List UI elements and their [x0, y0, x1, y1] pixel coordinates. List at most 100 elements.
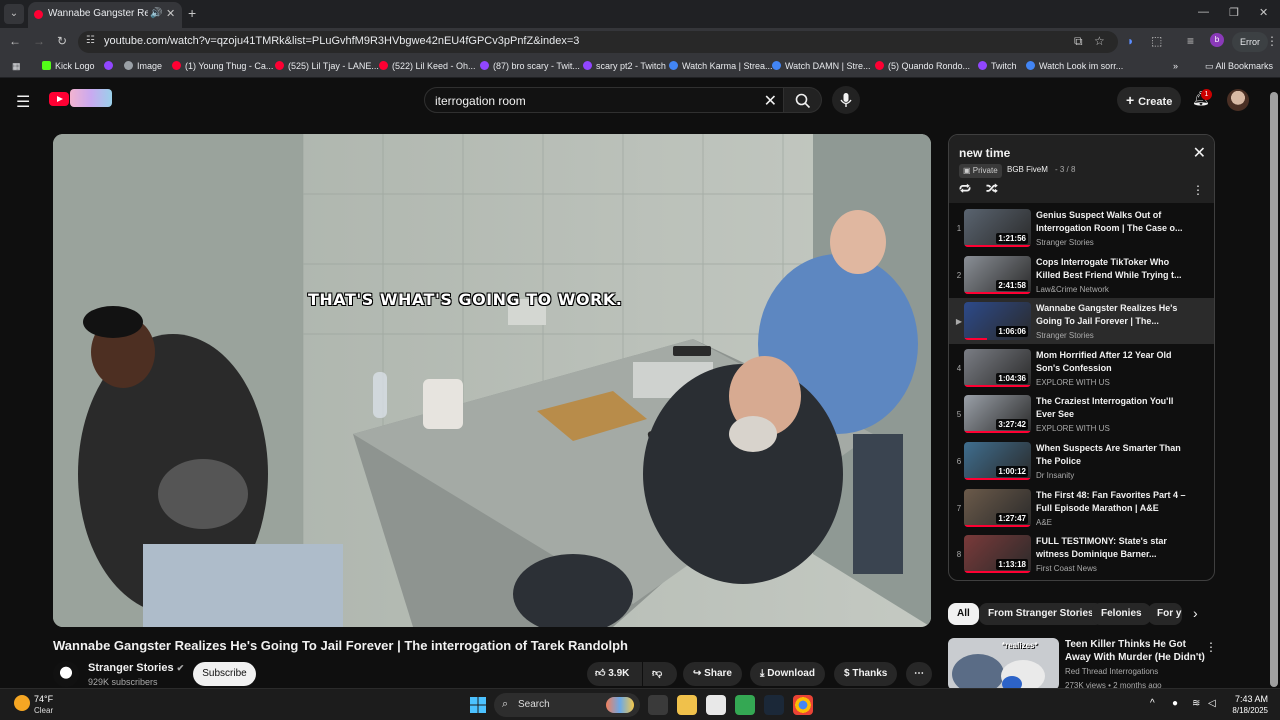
weather-condition[interactable]: Clear [34, 706, 53, 715]
bookmark-item[interactable]: scary pt2 - Twitch [583, 61, 666, 71]
dislike-button[interactable]: 👎︎ [643, 662, 677, 686]
playlist-item-thumbnail[interactable]: 3:27:42 [964, 395, 1031, 434]
bookmark-star-icon[interactable]: ☆ [1094, 34, 1105, 48]
bookmark-item[interactable]: Image [124, 61, 162, 71]
bookmarks-overflow-icon[interactable]: » [1173, 61, 1178, 71]
playlist-more-icon[interactable]: ⋮ [1192, 183, 1204, 197]
url-text[interactable]: youtube.com/watch?v=qzoju41TMRk&list=PLu… [104, 35, 579, 47]
hamburger-menu-icon[interactable]: ☰ [16, 92, 30, 112]
playlist-item-thumbnail[interactable]: 1:04:36 [964, 348, 1031, 387]
notion-icon[interactable] [706, 695, 726, 715]
download-button[interactable]: ⤓ Download [750, 662, 825, 686]
search-query-text[interactable]: iterrogation room [435, 94, 526, 108]
volume-icon[interactable]: ◁ [1208, 698, 1216, 709]
account-avatar[interactable] [1227, 89, 1249, 111]
youtube-doodle[interactable] [70, 89, 112, 107]
all-bookmarks-button[interactable]: ▭ All Bookmarks [1205, 61, 1273, 72]
playlist-item[interactable]: 2 2:41:58 Cops Interrogate TikToker Who Ki… [949, 252, 1214, 298]
extension-icon[interactable]: ◗ [1127, 34, 1134, 48]
playlist-item[interactable]: 1 1:21:56 Genius Suspect Walks Out of Inte… [949, 205, 1214, 251]
bookmark-item[interactable]: (87) bro scary - Twit... [480, 61, 580, 71]
profile-avatar-icon[interactable]: b [1210, 33, 1224, 47]
bookmark-item[interactable]: Kick Logo [42, 61, 95, 71]
window-close-icon[interactable]: ✕ [1259, 6, 1268, 19]
sheets-icon[interactable] [735, 695, 755, 715]
bookmark-item[interactable]: Watch Look im sorr... [1026, 61, 1123, 71]
recommendation-thumbnail[interactable]: *realizes* [948, 638, 1059, 690]
apps-grid-icon[interactable]: ▦ [12, 61, 21, 72]
playlist-item[interactable]: 6 1:00:12 When Suspects Are Smarter Than T… [949, 438, 1214, 484]
reload-icon[interactable]: ↻ [57, 34, 67, 48]
bookmark-item[interactable]: Watch DAMN | Stre... [772, 61, 871, 71]
bookmark-item[interactable]: (525) Lil Tjay - LANE... [275, 61, 379, 71]
chip-from-stranger-stories[interactable]: From Stranger Stories [979, 603, 1103, 625]
new-tab-button[interactable]: + [188, 5, 196, 21]
playlist-item-thumbnail[interactable]: 1:06:06 [964, 302, 1031, 341]
steam-icon[interactable] [764, 695, 784, 715]
video-player[interactable]: THAT'S WHAT'S GOING TO WORK. [53, 134, 931, 627]
forward-arrow-icon[interactable]: → [33, 34, 45, 48]
minimize-icon[interactable]: — [1198, 6, 1209, 18]
tab-search-chevron-icon[interactable]: ⌄ [4, 4, 24, 24]
bookmark-item[interactable]: (1) Young Thug - Ca... [172, 61, 273, 71]
playlist-item-thumbnail[interactable]: 2:41:58 [964, 255, 1031, 294]
wifi-icon[interactable]: ≋ [1192, 698, 1200, 709]
chrome-icon[interactable] [793, 695, 813, 715]
playlist-item-thumbnail[interactable]: 1:00:12 [964, 442, 1031, 480]
profile-error-button[interactable]: Error [1232, 32, 1268, 52]
site-info-icon[interactable]: ☷ [86, 35, 95, 46]
playlist-item-thumbnail[interactable]: 1:27:47 [964, 488, 1031, 527]
playlist-item[interactable]: 7 1:27:47 The First 48: Fan Favorites Part… [949, 485, 1214, 531]
extensions-puzzle-icon[interactable]: ⬚ [1151, 34, 1162, 48]
back-arrow-icon[interactable]: ← [9, 34, 21, 48]
playlist-item[interactable]: 8 1:13:18 FULL TESTIMONY: State's star wit… [949, 531, 1214, 577]
bookmark-item[interactable]: (522) Lil Keed - Oh... [379, 61, 476, 71]
page-scrollbar[interactable] [1270, 92, 1278, 687]
taskbar-search[interactable]: ⌕ Search [494, 693, 640, 717]
playlist-item[interactable]: ▶ 1:06:06 Wannabe Gangster Realizes He's G… [949, 298, 1214, 345]
channel-name[interactable]: Stranger Stories ✔ [88, 662, 184, 674]
clear-search-icon[interactable]: ✕ [764, 91, 777, 111]
weather-temperature[interactable]: 74°F [34, 694, 53, 704]
playlist-owner[interactable]: BGB FiveM [1007, 165, 1048, 174]
windows-start-icon[interactable] [470, 697, 486, 713]
search-button[interactable] [784, 87, 822, 113]
close-playlist-icon[interactable]: ✕ [1193, 143, 1206, 163]
share-button[interactable]: ↪ Share [683, 662, 742, 686]
weather-sun-icon[interactable] [14, 695, 30, 711]
playlist-item[interactable]: 4 1:04:36 Mom Horrified After 12 Year Old … [949, 345, 1214, 391]
more-actions-icon[interactable]: ⋯ [906, 662, 932, 686]
install-app-icon[interactable]: ⧉ [1074, 34, 1083, 49]
playlist-title[interactable]: new time [959, 146, 1010, 160]
thanks-button[interactable]: $ Thanks [834, 662, 898, 686]
media-controls-icon[interactable]: ≡ [1187, 34, 1194, 48]
create-button[interactable]: + Create [1117, 87, 1181, 113]
bookmark-item[interactable]: Watch Karma | Strea... [669, 61, 773, 71]
recommendation-channel[interactable]: Red Thread Interrogations [1065, 667, 1158, 676]
subscribe-button[interactable]: Subscribe [193, 662, 256, 686]
chip-for-you[interactable]: For y [1148, 603, 1182, 625]
browser-menu-icon[interactable]: ⋮ [1266, 34, 1278, 48]
clock-date[interactable]: 8/18/2025 [1224, 706, 1268, 715]
tray-overflow-chevron-icon[interactable]: ^ [1150, 698, 1155, 709]
chip-felonies[interactable]: Felonies [1092, 603, 1151, 625]
voice-search-button[interactable] [832, 86, 860, 114]
task-view-icon[interactable] [648, 695, 668, 715]
bookmark-item[interactable]: Twitch [978, 61, 1017, 71]
recommendation-more-icon[interactable]: ⋮ [1205, 640, 1217, 654]
address-bar[interactable]: ☷ youtube.com/watch?v=qzoju41TMRk&list=P… [78, 31, 1118, 53]
maximize-icon[interactable]: ❐ [1229, 6, 1239, 19]
tab-close-icon[interactable]: ✕ [166, 7, 175, 20]
chip-all[interactable]: All [948, 603, 979, 625]
bookmark-item[interactable] [104, 61, 117, 71]
microphone-tray-icon[interactable]: ● [1172, 698, 1178, 709]
shuffle-icon[interactable]: 🔀︎ [986, 181, 998, 198]
playlist-item-thumbnail[interactable]: 1:21:56 [964, 209, 1031, 247]
browser-tab[interactable]: Wannabe Gangster Realizes 🔊 ✕ [28, 2, 182, 28]
playlist-item[interactable]: 5 3:27:42 The Craziest Interrogation You'l… [949, 391, 1214, 437]
channel-avatar[interactable] [53, 661, 79, 687]
file-explorer-icon[interactable] [677, 695, 697, 715]
youtube-logo-icon[interactable] [49, 92, 69, 106]
recommendation-title[interactable]: Teen Killer Thinks He Got Away With Murd… [1065, 638, 1205, 664]
playlist-item-thumbnail[interactable]: 1:13:18 [964, 535, 1031, 574]
